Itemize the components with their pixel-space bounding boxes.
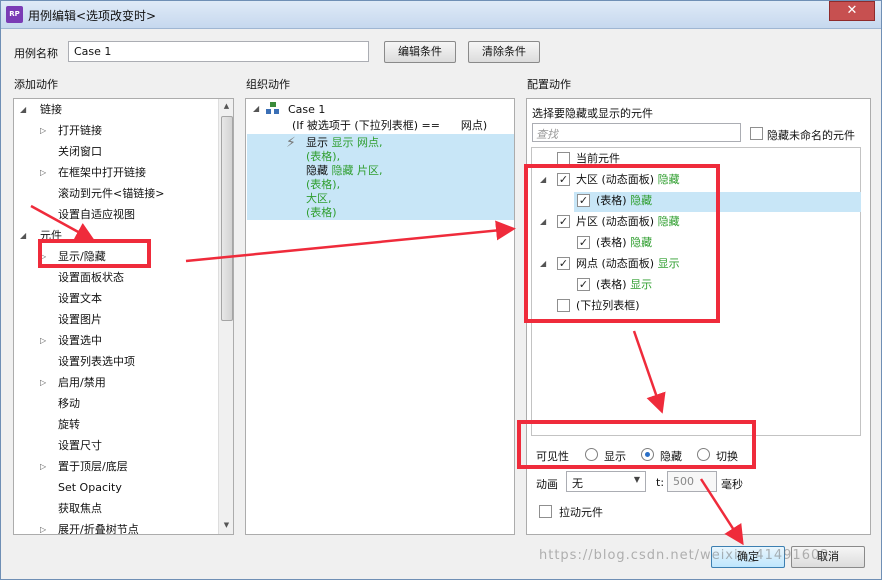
- arrow-to-visibility: [632, 330, 666, 414]
- arrow-to-ok-button: [699, 478, 744, 546]
- dialog-window: RP 用例编辑<选项改变时> ✕ 用例名称 Case 1 编辑条件 清除条件 添…: [0, 0, 882, 580]
- annotation-arrows: [30, 204, 744, 546]
- arrow-to-widget-tree: [185, 220, 516, 263]
- arrow-to-show-hide: [30, 204, 96, 242]
